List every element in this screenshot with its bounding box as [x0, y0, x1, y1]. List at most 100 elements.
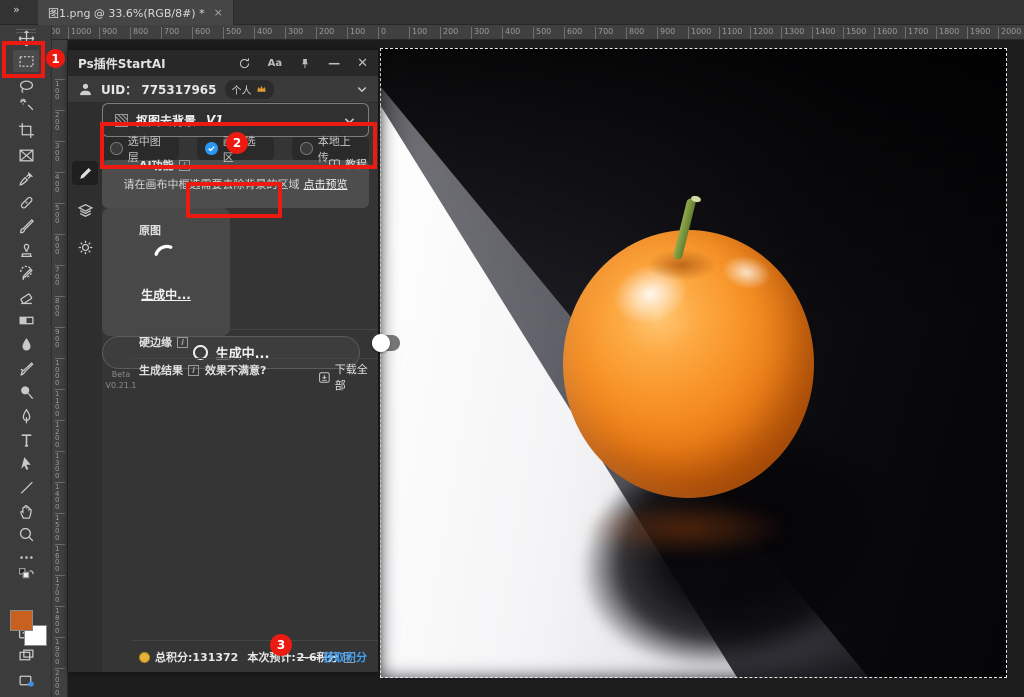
- minimize-icon[interactable]: —: [328, 56, 340, 70]
- ruler-label: 1400: [812, 27, 835, 40]
- plugin-nav: [68, 103, 102, 672]
- tab-close-icon[interactable]: ×: [214, 6, 223, 19]
- plugin-titlebar: Ps插件StartAI Aa — ✕: [68, 50, 378, 76]
- foreground-color-swatch[interactable]: [10, 610, 33, 631]
- brush-icon: [18, 218, 35, 235]
- coin-icon: [139, 652, 150, 663]
- slice-tool[interactable]: [13, 144, 39, 166]
- ruler-label: 200: [55, 110, 65, 132]
- swap-colors-button[interactable]: [13, 564, 39, 586]
- ruler-label: 700: [161, 27, 179, 40]
- eyedropper-tool[interactable]: [13, 167, 39, 189]
- crown-icon: [256, 84, 267, 94]
- tools-panel: [0, 25, 52, 697]
- magic-wand-icon: [18, 97, 35, 114]
- brush-tool[interactable]: [13, 215, 39, 237]
- result-hint: 效果不满意?: [205, 362, 266, 378]
- annotation-box-1: [2, 41, 45, 78]
- ruler-label: 300: [285, 27, 303, 40]
- uid-row: UID： 775317965 个人: [68, 76, 378, 103]
- pencil-icon: [77, 165, 94, 182]
- spot-heal-icon: [18, 194, 35, 211]
- ruler-label: 1600: [55, 544, 65, 572]
- hand-tool[interactable]: [13, 500, 39, 522]
- ruler-label: 2000: [55, 668, 65, 696]
- ruler-label: 1400: [55, 482, 65, 510]
- chevron-down-icon[interactable]: [356, 83, 368, 95]
- ruler-label: 900: [55, 327, 65, 349]
- smudge-tool[interactable]: [13, 357, 39, 379]
- ruler-label: 400: [254, 27, 272, 40]
- ruler-label: 300: [55, 141, 65, 163]
- path-select-tool[interactable]: [13, 452, 39, 474]
- result-label: 生成结果: [139, 362, 183, 378]
- ruler-label: 1100: [52, 27, 60, 40]
- ruler-label: 500: [55, 203, 65, 225]
- history-brush-tool[interactable]: [13, 262, 39, 284]
- clone-stamp-tool[interactable]: [13, 239, 39, 261]
- ruler-label: 1200: [55, 420, 65, 448]
- line-icon: [18, 479, 35, 496]
- history-brush-icon: [18, 265, 35, 282]
- ruler-label: 1800: [55, 606, 65, 634]
- pen-tool[interactable]: [13, 405, 39, 427]
- font-size-icon[interactable]: Aa: [268, 58, 283, 69]
- close-icon[interactable]: ✕: [357, 56, 368, 71]
- get-credits-link[interactable]: 获取积分: [323, 649, 367, 665]
- plugin-nav-layers[interactable]: [72, 198, 98, 222]
- panel-overflow-icon[interactable]: »: [13, 3, 19, 16]
- slice-icon: [18, 147, 35, 164]
- vertical-ruler: 1002003004005006007008009001000110012001…: [52, 40, 68, 697]
- plugin-nav-pencil[interactable]: [72, 161, 98, 185]
- account-type-badge[interactable]: 个人: [225, 80, 274, 99]
- refresh-icon[interactable]: [238, 57, 251, 70]
- ruler-label: 900: [657, 27, 675, 40]
- blur-tool[interactable]: [13, 333, 39, 355]
- eyedropper-icon: [18, 170, 35, 187]
- hard-edge-toggle[interactable]: [372, 335, 400, 351]
- info-icon: i: [188, 365, 199, 376]
- external-button[interactable]: [13, 669, 39, 691]
- annotation-badge-1: 1: [46, 49, 65, 68]
- download-all-link[interactable]: 下载全部: [318, 361, 378, 393]
- external-icon: [18, 672, 35, 689]
- dodge-tool[interactable]: [13, 381, 39, 403]
- smudge-icon: [18, 360, 35, 377]
- document-canvas[interactable]: [380, 48, 1007, 678]
- ruler-label: 1700: [905, 27, 928, 40]
- gradient-icon: [18, 312, 35, 329]
- ruler-label: 1500: [843, 27, 866, 40]
- ruler-label: 600: [564, 27, 582, 40]
- spot-heal-tool[interactable]: [13, 191, 39, 213]
- type-tool[interactable]: [13, 429, 39, 451]
- line-tool[interactable]: [13, 476, 39, 498]
- document-tab[interactable]: 图1.png @ 33.6%(RGB/8#) * ×: [38, 0, 234, 25]
- user-icon: [78, 82, 93, 97]
- lasso-icon: [18, 78, 35, 95]
- ruler-label: 200: [316, 27, 334, 40]
- uid-value: UID： 775317965: [101, 81, 217, 98]
- pin-icon[interactable]: [299, 57, 311, 70]
- plugin-nav-gear[interactable]: [72, 235, 98, 259]
- blur-icon: [18, 336, 35, 353]
- ruler-label: 1900: [55, 637, 65, 665]
- crop-tool[interactable]: [13, 119, 39, 141]
- screen-mode-button[interactable]: [13, 644, 39, 666]
- ruler-label: 500: [533, 27, 551, 40]
- ruler-label: 700: [595, 27, 613, 40]
- eraser-tool[interactable]: [13, 286, 39, 308]
- pen-icon: [18, 408, 35, 425]
- spinner-icon: [151, 242, 181, 272]
- zoom-tool[interactable]: [13, 523, 39, 545]
- gradient-tool[interactable]: [13, 309, 39, 331]
- dodge-icon: [18, 384, 35, 401]
- annotation-badge-3: 3: [270, 634, 292, 656]
- ruler-label: 1300: [55, 451, 65, 479]
- ruler-label: 400: [502, 27, 520, 40]
- preview-link[interactable]: 点击预览: [304, 176, 348, 192]
- ruler-label: 700: [55, 265, 65, 287]
- total-credits: 总积分:131372: [155, 649, 238, 665]
- generation-loading-card: 生成中...: [102, 208, 230, 336]
- magic-wand-tool[interactable]: [13, 94, 39, 116]
- annotation-badge-2: 2: [226, 132, 248, 154]
